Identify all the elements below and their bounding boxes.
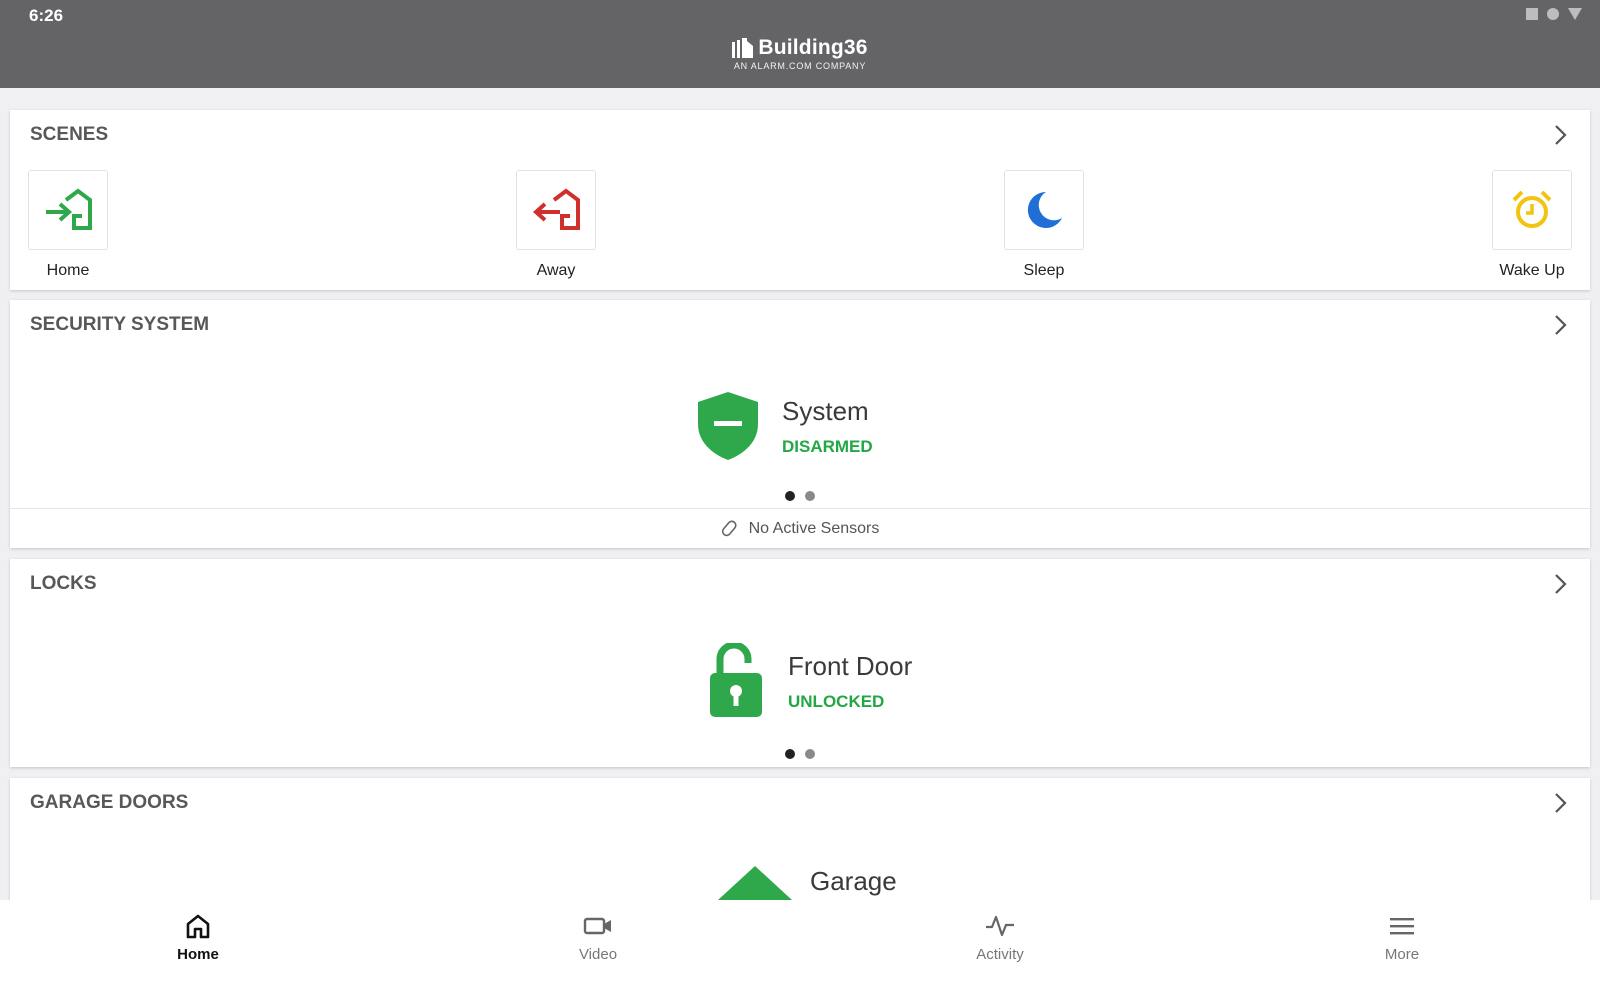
nav-more[interactable]: More [1342, 910, 1462, 963]
nav-video[interactable]: Video [538, 910, 658, 963]
scene-away-label: Away [536, 262, 576, 279]
nav-more-label: More [1384, 946, 1420, 963]
garage-doors-card: GARAGE DOORS Garage [10, 778, 1590, 918]
scenes-title: SCENES [30, 124, 109, 145]
security-chevron-right-icon[interactable] [1548, 313, 1572, 337]
scene-sleep-label: Sleep [1023, 262, 1065, 279]
scene-wake-up-button[interactable] [1492, 170, 1572, 250]
garage-chevron-right-icon[interactable] [1548, 791, 1572, 815]
locks-pager-dots [10, 749, 1590, 759]
scene-sleep-button[interactable] [1004, 170, 1084, 250]
garage-status[interactable]: Garage [718, 862, 897, 902]
scene-wake-up-label: Wake Up [1499, 262, 1565, 279]
home-icon [186, 914, 210, 939]
app-header: 6:26 Building36 AN ALARM.COM COMPANY [0, 0, 1600, 88]
shield-disarmed-icon [698, 392, 758, 460]
pager-dot-1[interactable] [785, 749, 795, 759]
sensor-tag-icon [721, 519, 737, 536]
lock-name: Front Door [788, 650, 913, 681]
nav-video-label: Video [578, 946, 618, 963]
moon-icon [1027, 191, 1062, 228]
unlocked-padlock-icon [710, 643, 762, 717]
system-status-icons [1526, 8, 1582, 20]
locks-chevron-right-icon[interactable] [1548, 572, 1572, 596]
nav-activity[interactable]: Activity [940, 910, 1060, 963]
scenes-card: SCENES Home Away Sleep Wake Up [10, 110, 1590, 290]
scene-home[interactable]: Home [28, 170, 108, 280]
garage-door-up-icon [718, 866, 792, 900]
nav-home-label: Home [177, 946, 219, 963]
status-bar-time: 6:26 [29, 6, 64, 25]
brand-logo: Building36 AN ALARM.COM COMPANY [0, 36, 1600, 71]
locks-title: LOCKS [30, 573, 97, 594]
circle-icon [1547, 8, 1559, 20]
security-status[interactable]: System DISARMED [696, 390, 873, 462]
scene-home-label: Home [46, 262, 90, 279]
pager-dot-2[interactable] [805, 491, 815, 501]
pager-dot-2[interactable] [805, 749, 815, 759]
security-system-name: System [782, 395, 869, 426]
scene-away[interactable]: Away [516, 170, 596, 280]
sensor-status-text: No Active Sensors [748, 519, 880, 537]
pager-dot-1[interactable] [785, 491, 795, 501]
garage-title: GARAGE DOORS [30, 792, 189, 813]
scene-home-button[interactable] [28, 170, 108, 250]
nav-activity-label: Activity [976, 946, 1024, 963]
brand-name: Building36 [758, 36, 868, 59]
lock-status[interactable]: Front Door UNLOCKED [708, 643, 912, 719]
building-logo-icon [732, 38, 754, 58]
scene-away-button[interactable] [516, 170, 596, 250]
lock-state: UNLOCKED [788, 691, 885, 711]
garage-name: Garage [810, 865, 897, 896]
stop-icon [1526, 8, 1538, 20]
home-leave-icon [532, 188, 580, 230]
scenes-chevron-right-icon[interactable] [1548, 123, 1572, 147]
video-camera-icon [583, 917, 611, 935]
menu-icon [1390, 918, 1414, 935]
activity-pulse-icon [986, 915, 1014, 937]
bottom-navigation: Home Video Activity More [0, 900, 1600, 1000]
security-system-card: SECURITY SYSTEM System DISARMED No Activ… [10, 300, 1590, 548]
scene-wake-up[interactable]: Wake Up [1492, 170, 1572, 280]
home-arrive-icon [46, 188, 92, 230]
security-title: SECURITY SYSTEM [30, 314, 210, 335]
alarm-clock-icon [1512, 190, 1552, 228]
scene-sleep[interactable]: Sleep [1004, 170, 1084, 280]
security-pager-dots [10, 491, 1590, 501]
brand-subtitle: AN ALARM.COM COMPANY [733, 61, 867, 71]
nav-home[interactable]: Home [138, 910, 258, 963]
sensor-status-bar[interactable]: No Active Sensors [10, 508, 1590, 548]
security-state: DISARMED [782, 436, 873, 456]
triangle-down-icon [1568, 8, 1582, 20]
locks-card: LOCKS Front Door UNLOCKED [10, 559, 1590, 767]
